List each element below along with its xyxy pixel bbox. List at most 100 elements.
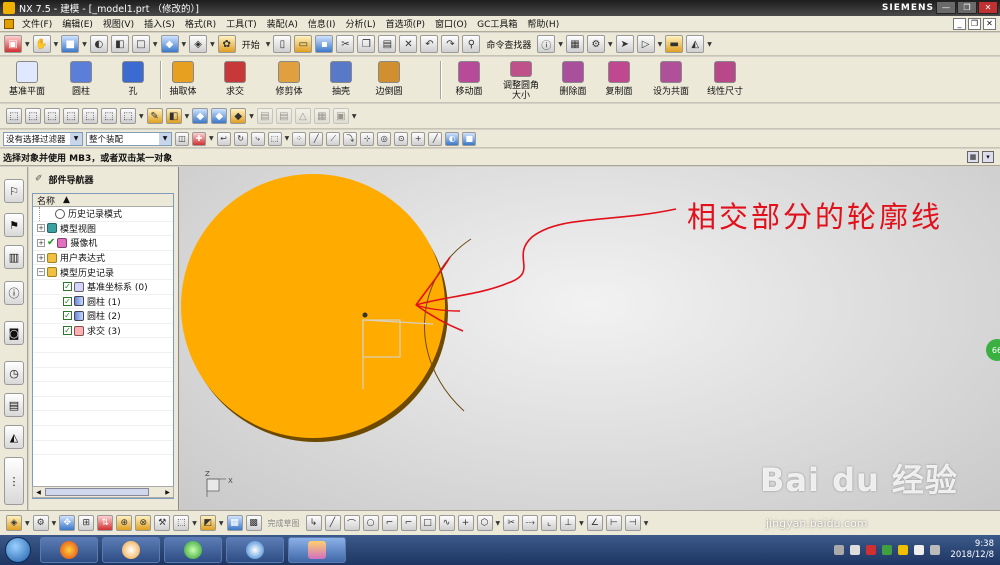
- face-snap-icon[interactable]: ◐: [445, 131, 460, 146]
- mate-icon[interactable]: ⇅: [97, 515, 114, 531]
- render-style-dropdown[interactable]: ▼: [82, 41, 87, 48]
- doc-minimize-button[interactable]: _: [953, 17, 966, 30]
- tree-row-model-history[interactable]: − 模型历史记录: [33, 265, 173, 280]
- menu-information[interactable]: 信息(I): [303, 17, 341, 30]
- visibility-checkbox[interactable]: ✓: [63, 282, 72, 292]
- new-file-icon[interactable]: ▯: [273, 35, 292, 53]
- quadrant-snap-icon[interactable]: ⊙: [394, 131, 409, 146]
- part-navigator-icon[interactable]: ▥: [4, 245, 24, 269]
- circle-icon[interactable]: ○: [362, 515, 379, 531]
- background-dropdown[interactable]: ▼: [153, 41, 158, 48]
- palette-icon[interactable]: ◭: [4, 425, 24, 449]
- cylinder-button[interactable]: 圆柱: [56, 59, 106, 101]
- assembly-navigator-icon[interactable]: ⚐: [4, 179, 24, 203]
- menu-window[interactable]: 窗口(O): [430, 17, 472, 30]
- menu-gc-toolkit[interactable]: GC工具箱: [472, 17, 522, 30]
- navigator-horizontal-scrollbar[interactable]: ◀ ▶: [32, 486, 174, 498]
- control-point-snap-icon[interactable]: ⟋: [326, 131, 341, 146]
- shaded-cube-icon[interactable]: ■: [61, 35, 80, 53]
- sync-tool-icon[interactable]: ◆: [230, 108, 247, 124]
- menu-edit[interactable]: 编辑(E): [57, 17, 98, 30]
- intersect-button[interactable]: 求交: [210, 59, 260, 101]
- sequence-dropdown[interactable]: ▼: [192, 520, 197, 527]
- sketch-dropdown[interactable]: ▼: [185, 113, 190, 120]
- snap-dropdown[interactable]: ▼: [209, 135, 214, 142]
- undo-icon[interactable]: ↶: [420, 35, 439, 53]
- pan-dropdown[interactable]: ▼: [54, 41, 59, 48]
- tree-row-datum-csys[interactable]: ✓ 基准坐标系 (0): [33, 280, 173, 295]
- redo-icon[interactable]: ↷: [441, 35, 460, 53]
- arc-center-snap-icon[interactable]: ⊹: [360, 131, 375, 146]
- pencil-icon[interactable]: ✎: [146, 108, 163, 124]
- info-dropdown[interactable]: ▼: [558, 41, 563, 48]
- maximize-button[interactable]: ❐: [957, 1, 977, 14]
- background-icon[interactable]: □: [131, 35, 150, 53]
- reuse-library-icon[interactable]: ◙: [4, 321, 24, 345]
- delete-icon[interactable]: ✕: [399, 35, 418, 53]
- taskbar-app-sogou[interactable]: [226, 537, 284, 563]
- show-constraints-dropdown[interactable]: ▼: [644, 520, 649, 527]
- analysis-dropdown[interactable]: ▼: [707, 41, 712, 48]
- select-box-dropdown[interactable]: ▼: [285, 135, 290, 142]
- command-finder-icon[interactable]: ⚲: [462, 35, 481, 53]
- measure-icon[interactable]: ▬: [665, 35, 684, 53]
- status-menu-icon[interactable]: ▾: [982, 151, 994, 163]
- tree-row-user-expressions[interactable]: + 用户表达式: [33, 251, 173, 266]
- auto-constrain-icon[interactable]: ∠: [586, 515, 603, 531]
- chevron-down-icon[interactable]: ▼: [159, 132, 171, 145]
- section-dropdown[interactable]: ▼: [182, 41, 187, 48]
- chamfer-icon[interactable]: ⌐: [400, 515, 417, 531]
- tree-row-model-views[interactable]: + 模型视图: [33, 222, 173, 237]
- orient-view-icon[interactable]: ◐: [89, 35, 108, 53]
- end-point-snap-icon[interactable]: ⁘: [292, 131, 307, 146]
- start-dropdown[interactable]: ▼: [266, 41, 271, 48]
- history-icon[interactable]: ◷: [4, 361, 24, 385]
- move-face-button[interactable]: 移动面: [444, 59, 494, 101]
- pan-icon[interactable]: ✋: [32, 35, 51, 53]
- quick-trim-icon[interactable]: ✂: [503, 515, 520, 531]
- intersect-body-face[interactable]: [181, 174, 445, 438]
- start-app-icon[interactable]: ✿: [217, 35, 236, 53]
- doc-restore-button[interactable]: ❐: [968, 17, 981, 30]
- section-view-icon[interactable]: ◆: [160, 35, 179, 53]
- type-filter-select[interactable]: 没有选择过滤器 ▼: [3, 131, 83, 146]
- intersection-snap-icon[interactable]: ⤵: [343, 131, 358, 146]
- hole-button[interactable]: 孔: [108, 59, 158, 101]
- menu-analysis[interactable]: 分析(L): [341, 17, 381, 30]
- snap-icon[interactable]: ✚: [192, 131, 206, 146]
- sketch-icon[interactable]: ▦: [226, 515, 243, 531]
- surface-tool-icon[interactable]: ⬚: [6, 108, 22, 124]
- fit-view-dropdown[interactable]: ▼: [25, 41, 30, 48]
- line-icon[interactable]: ╱: [324, 515, 341, 531]
- circle-snap-icon[interactable]: ◎: [377, 131, 392, 146]
- sketch-tool-icon[interactable]: ◧: [165, 108, 182, 124]
- chevron-down-icon[interactable]: ▼: [70, 132, 82, 145]
- fillet-icon[interactable]: ⌐: [381, 515, 398, 531]
- start-button[interactable]: 开始: [242, 38, 260, 51]
- minimize-button[interactable]: —: [936, 1, 956, 14]
- tree-row-intersect[interactable]: ✓ 求交 (3): [33, 324, 173, 339]
- scroll-left-icon[interactable]: ◀: [33, 487, 44, 497]
- arrow-tool-icon[interactable]: ↻: [233, 131, 248, 146]
- sync-dropdown[interactable]: ▼: [249, 113, 254, 120]
- surface-tool-icon[interactable]: ⬚: [44, 108, 60, 124]
- edge-blend-button[interactable]: 边倒圆: [364, 59, 414, 101]
- doc-close-button[interactable]: ✕: [983, 17, 996, 30]
- paste-icon[interactable]: ▤: [378, 35, 397, 53]
- taskbar-app-nx[interactable]: [288, 537, 346, 563]
- surface-tool-icon[interactable]: ⬚: [120, 108, 136, 124]
- studio-spline-icon[interactable]: ∿: [438, 515, 455, 531]
- keyboard-icon[interactable]: [834, 545, 845, 555]
- constraints-icon[interactable]: ⊥: [560, 515, 577, 531]
- quick-extend-icon[interactable]: ⤏: [522, 515, 539, 531]
- mirror-icon[interactable]: ⊗: [135, 515, 152, 531]
- arrow-tool-icon[interactable]: ⤷: [250, 131, 265, 146]
- play-icon[interactable]: ▷: [636, 35, 655, 53]
- trim-body-button[interactable]: 修剪体: [264, 59, 314, 101]
- mid-point-snap-icon[interactable]: ╱: [309, 131, 324, 146]
- surface-tool-icon[interactable]: ⬚: [82, 108, 98, 124]
- constraint-icon[interactable]: ⚙: [587, 35, 606, 53]
- shell-button[interactable]: 抽壳: [316, 59, 366, 101]
- sort-ascending-icon[interactable]: ▲: [63, 195, 70, 205]
- assembly-tool-dropdown[interactable]: ▼: [25, 520, 30, 527]
